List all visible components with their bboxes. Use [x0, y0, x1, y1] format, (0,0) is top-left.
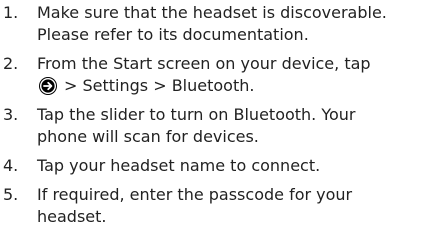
- step-line: From the Start screen on your device, ta…: [37, 54, 371, 73]
- step-line: Make sure that the headset is discoverab…: [37, 3, 387, 22]
- step-line: headset.: [37, 207, 107, 226]
- step-line-with-icon: > Settings > Bluetooth.: [37, 75, 431, 97]
- step-line: phone will scan for devices.: [37, 127, 259, 146]
- step-number: 2.: [3, 54, 19, 73]
- step-text: From the Start screen on your device, ta…: [37, 53, 431, 97]
- step-line: Please refer to its documentation.: [37, 25, 309, 44]
- step-text: If required, enter the passcode for your…: [37, 184, 431, 228]
- step-number: 5.: [3, 185, 19, 204]
- step-text: Make sure that the headset is discoverab…: [37, 2, 431, 46]
- step-number: 3.: [3, 105, 19, 124]
- instruction-list: 1. Make sure that the headset is discove…: [0, 0, 433, 250]
- step-number: 4.: [3, 156, 19, 175]
- arrow-circle-icon: [38, 76, 58, 96]
- step-line: Tap your headset name to connect.: [37, 156, 321, 175]
- step-line-text: > Settings > Bluetooth.: [64, 76, 255, 95]
- step-line: Tap the slider to turn on Bluetooth. You…: [37, 105, 356, 124]
- step-number: 1.: [3, 3, 19, 22]
- step-line: If required, enter the passcode for your: [37, 185, 353, 204]
- step-text: Tap your headset name to connect.: [37, 155, 431, 177]
- step-text: Tap the slider to turn on Bluetooth. You…: [37, 104, 431, 148]
